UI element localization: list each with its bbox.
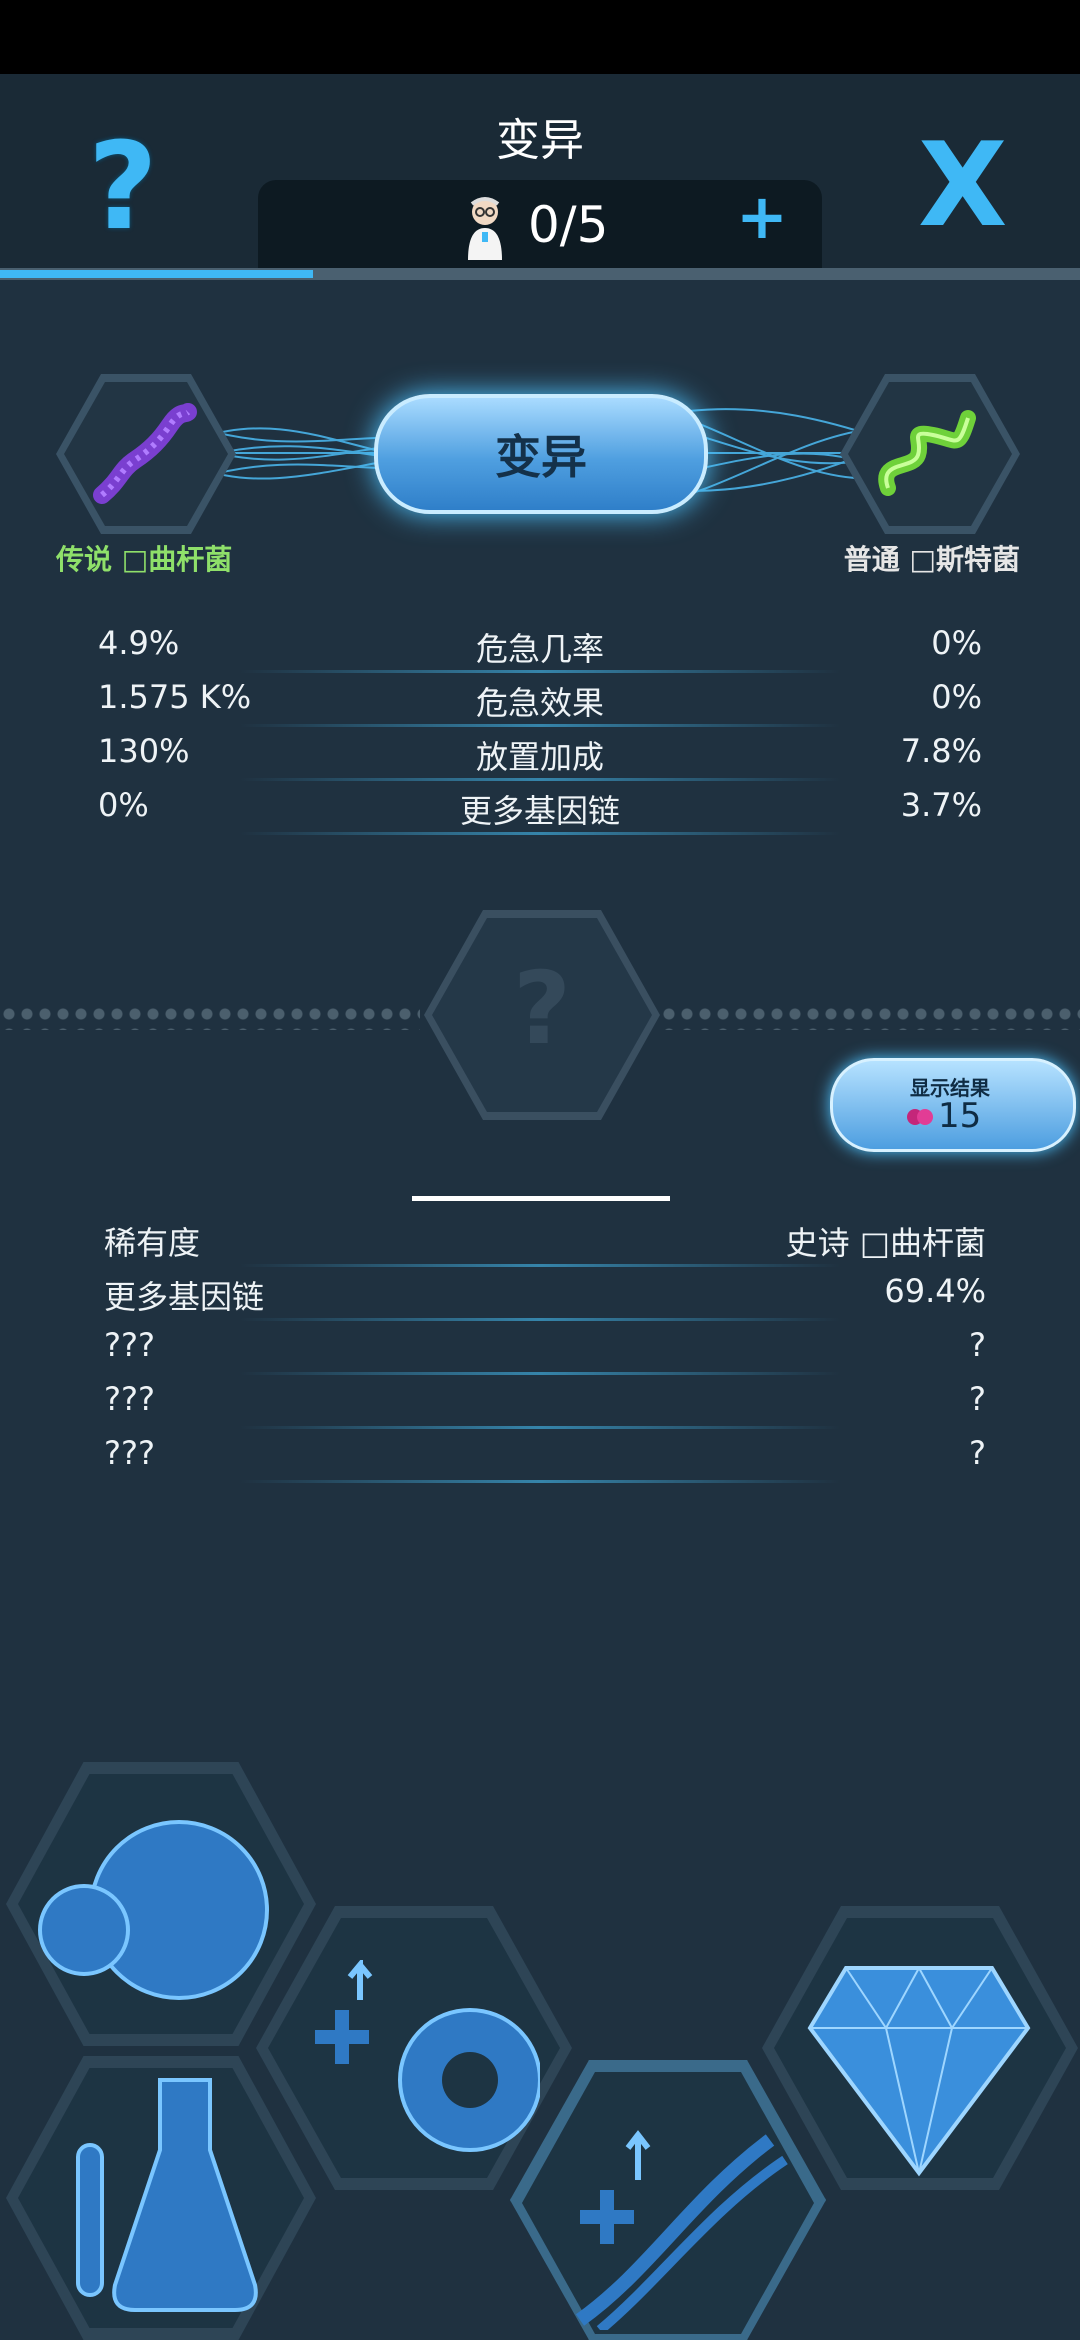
result-value: ?	[969, 1380, 986, 1418]
dna-currency-icon	[907, 1109, 933, 1125]
result-label: ???	[104, 1326, 155, 1364]
result-row: ??? ?	[0, 1432, 1080, 1486]
gem-icon	[807, 1965, 1031, 2177]
status-bar	[0, 0, 1080, 74]
chain-left	[0, 1004, 420, 1030]
result-row: ??? ?	[0, 1324, 1080, 1378]
show-result-cost: 15	[938, 1096, 982, 1136]
stat-right: 0%	[931, 624, 982, 662]
upgrade-gear-icon	[315, 1960, 540, 2152]
purple-bacterium-icon	[93, 403, 197, 504]
mutate-button[interactable]: 变异	[374, 394, 708, 514]
result-label: ???	[104, 1380, 155, 1418]
stat-right: 0%	[931, 678, 982, 716]
progress-fill	[0, 270, 314, 278]
chain-right	[660, 1004, 1080, 1030]
right-rarity: 普通	[843, 543, 900, 576]
flask-icon	[76, 2078, 258, 2312]
stat-label: 危急几率	[475, 630, 604, 668]
result-label: 稀有度	[104, 1224, 201, 1262]
stat-row: 4.9% 危急几率 0%	[0, 620, 1080, 674]
mutation-counter: 0/5	[528, 196, 609, 254]
stat-right: 3.7%	[900, 786, 982, 824]
stat-row: 1.575 K% 危急效果 0%	[0, 674, 1080, 728]
question-icon[interactable]: ?	[88, 128, 158, 248]
dna-upgrade-icon	[575, 2130, 788, 2330]
add-button[interactable]: +	[736, 186, 788, 248]
result-label: ???	[104, 1434, 155, 1472]
left-bacterium-label: 传说 □曲杆菌	[56, 538, 232, 578]
result-value: 史诗 □曲杆菌	[785, 1224, 986, 1262]
stat-row: 130% 放置加成 7.8%	[0, 728, 1080, 782]
stat-right: 7.8%	[900, 732, 982, 770]
result-value: ?	[969, 1434, 986, 1472]
divider	[412, 1196, 670, 1201]
right-bacterium-label: 普通 □斯特菌	[844, 538, 1020, 578]
left-name: □曲杆菌	[121, 543, 233, 576]
result-row: 稀有度 史诗 □曲杆菌	[0, 1216, 1080, 1270]
scientist-icon	[468, 197, 502, 260]
result-value: 69.4%	[884, 1272, 986, 1310]
left-rarity: 传说	[56, 543, 113, 576]
stat-row: 0% 更多基因链 3.7%	[0, 782, 1080, 836]
close-icon[interactable]: X	[918, 128, 1007, 244]
right-name: □斯特菌	[909, 543, 1020, 576]
result-row: ??? ?	[0, 1378, 1080, 1432]
green-bacterium-icon	[878, 410, 976, 496]
cells-icon	[38, 1820, 269, 2000]
question-icon: ?	[512, 950, 571, 1067]
stat-label: 危急效果	[475, 684, 604, 722]
result-row: 更多基因链 69.4%	[0, 1270, 1080, 1324]
result-label: 更多基因链	[104, 1278, 265, 1316]
result-value: ?	[969, 1326, 986, 1364]
